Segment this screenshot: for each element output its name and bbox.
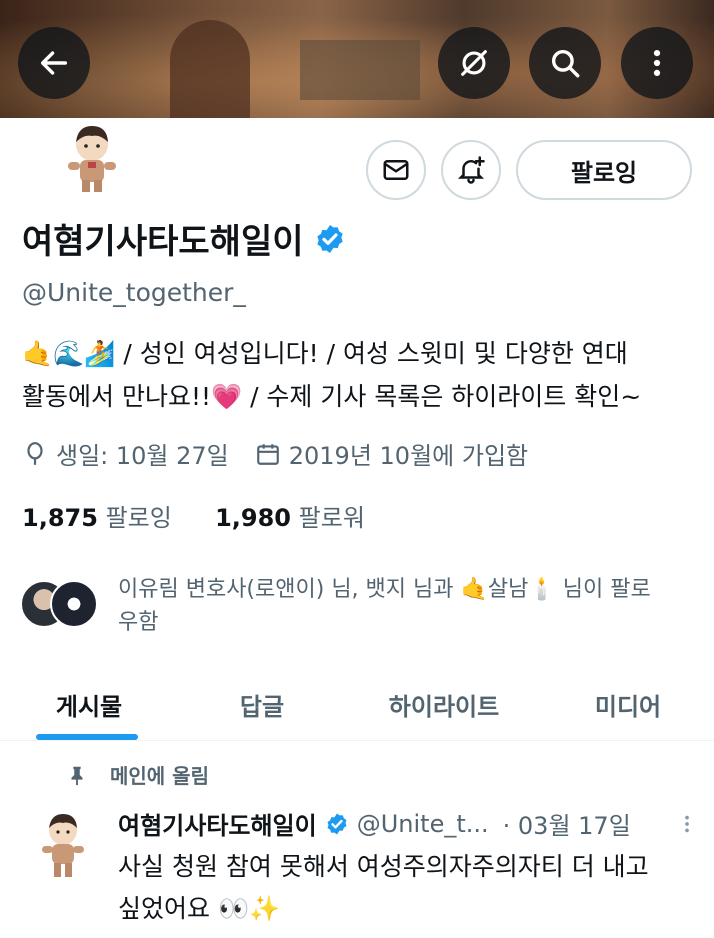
following-button[interactable]: 팔로잉 <box>516 140 692 200</box>
post-author-name[interactable]: 여혐기사타도해일이 <box>118 806 317 841</box>
active-tab-indicator <box>36 734 138 740</box>
grok-button[interactable] <box>438 27 510 99</box>
tab-replies[interactable]: 답글 <box>178 668 346 740</box>
joined-text: 2019년 10월에 가입함 <box>288 442 529 470</box>
following-count: 1,875 <box>22 504 98 532</box>
followers-count: 1,980 <box>215 504 292 532</box>
post-author-handle[interactable]: @Unite_t... <box>357 810 489 838</box>
notifications-button[interactable] <box>441 140 501 200</box>
tab-highlights[interactable]: 하이라이트 <box>346 668 542 740</box>
bell-plus-icon <box>457 156 485 184</box>
slash-circle-icon <box>461 50 487 76</box>
back-arrow-icon <box>40 51 68 75</box>
pinned-indicator: 메인에 올림 <box>66 760 209 789</box>
search-icon <box>551 49 580 78</box>
verified-badge-icon <box>327 813 347 834</box>
profile-meta: 생일: 10월 27일 2019년 10월에 가입함 <box>22 436 528 471</box>
message-button[interactable] <box>366 140 426 200</box>
search-button[interactable] <box>529 27 601 99</box>
profile-banner[interactable] <box>0 0 714 118</box>
birthday-text: 생일: 10월 27일 <box>56 442 229 470</box>
pinned-label: 메인에 올림 <box>110 764 209 788</box>
more-vertical-icon <box>653 49 661 77</box>
post-text: 사실 청원 참여 못해서 여성주의자주의자티 더 내고 싶었어요 👀✨ <box>118 852 649 923</box>
back-button[interactable] <box>18 27 90 99</box>
banner-door <box>170 20 250 118</box>
envelope-icon <box>383 160 409 180</box>
profile-tabs: 게시물 답글 하이라이트 미디어 <box>0 668 714 741</box>
tab-posts[interactable]: 게시물 <box>0 668 178 740</box>
followers-label: 팔로워 <box>298 504 365 532</box>
tab-media[interactable]: 미디어 <box>542 668 714 740</box>
pin-icon <box>71 766 83 785</box>
following-link[interactable]: 1,875 팔로잉 <box>22 504 172 532</box>
profile-name: 여혐기사타도해일이 <box>22 214 346 263</box>
profile-handle: @Unite_together_ <box>22 278 246 307</box>
post-header: 여혐기사타도해일이 @Unite_t... · 03월 17일 <box>118 806 698 841</box>
profile-avatar[interactable] <box>50 122 134 194</box>
bio-line-2: 활동에서 만나요!!💗 / 수제 기사 목록은 하이라이트 확인~ <box>22 382 642 411</box>
post-author-avatar[interactable] <box>32 810 94 880</box>
profile-bio: 🤙🌊🏄 / 성인 여성입니다! / 여성 스윗미 및 다양한 연대 활동에서 만… <box>22 332 702 418</box>
post-date[interactable]: · 03월 17일 <box>503 806 631 841</box>
verified-badge-icon <box>316 224 343 253</box>
follow-counts: 1,875 팔로잉 1,980 팔로워 <box>22 498 365 533</box>
following-label: 팔로잉 <box>105 504 172 532</box>
follower-avatar-2[interactable] <box>50 580 98 628</box>
bio-line-1: 🤙🌊🏄 / 성인 여성입니다! / 여성 스윗미 및 다양한 연대 <box>22 339 628 368</box>
calendar-icon <box>256 443 279 465</box>
balloon-icon <box>27 441 43 465</box>
more-button[interactable] <box>621 27 693 99</box>
followed-by-text[interactable]: 이유림 변호사(로앤이) 님, 뱃지 님과 🤙살남🕯️ 님이 팔로우함 <box>118 573 658 639</box>
followers-link[interactable]: 1,980 팔로워 <box>215 504 365 532</box>
banner-window <box>300 40 420 100</box>
display-name: 여혐기사타도해일이 <box>22 222 304 262</box>
more-vertical-icon[interactable] <box>676 813 698 835</box>
